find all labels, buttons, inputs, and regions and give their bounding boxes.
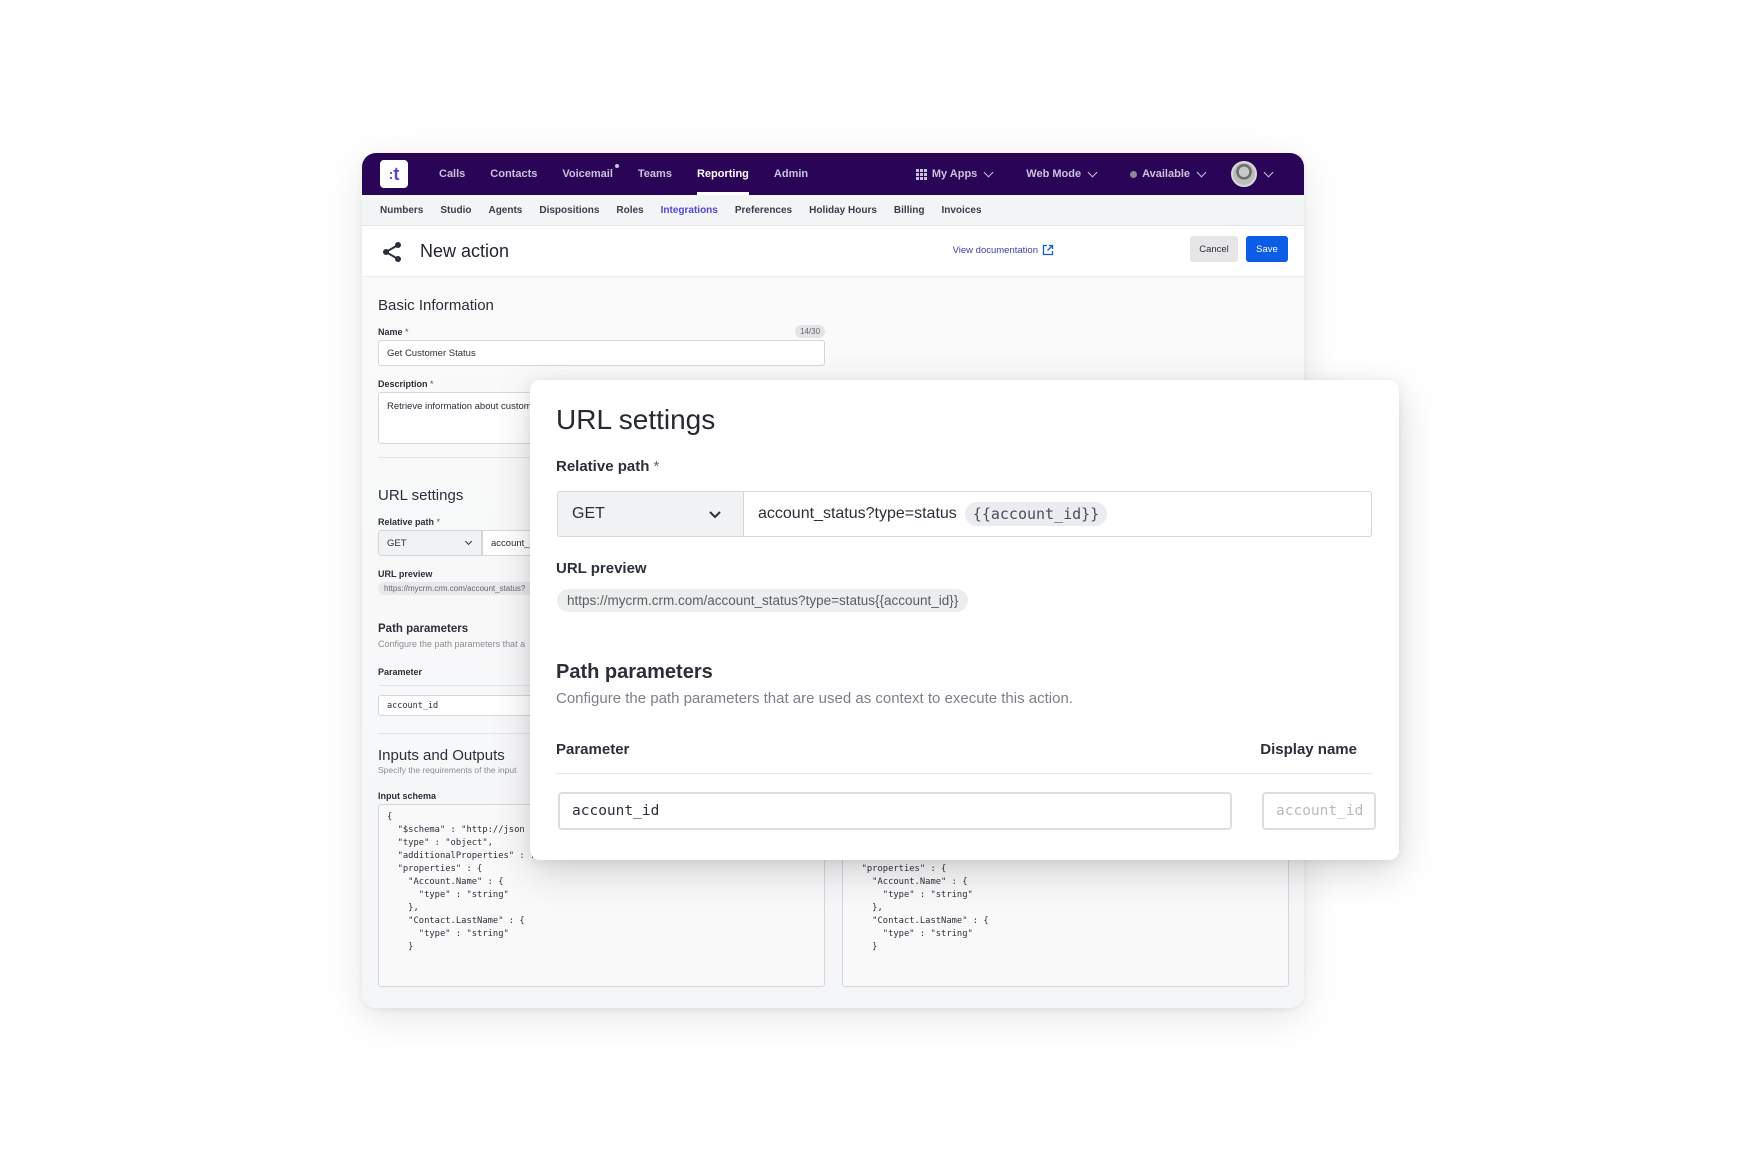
- url-preview-label: URL preview: [556, 560, 647, 577]
- status-menu[interactable]: Available: [1130, 167, 1207, 180]
- notification-dot-icon: [614, 164, 619, 168]
- chevron-down-icon: [709, 511, 721, 519]
- page-title: New action: [420, 241, 510, 261]
- inputs-outputs-heading: Inputs and Outputs: [378, 747, 505, 764]
- chevron-down-icon: [983, 167, 994, 177]
- basic-info-heading: Basic Information: [378, 297, 494, 314]
- logo[interactable]: :t: [380, 160, 408, 188]
- chevron-down-icon: [1263, 167, 1274, 177]
- nav-item-reporting[interactable]: Reporting: [696, 153, 749, 195]
- name-input[interactable]: Get Customer Status: [378, 340, 825, 366]
- table-divider: [556, 773, 1372, 774]
- nav-item-admin[interactable]: Admin: [774, 153, 808, 195]
- path-token-chip[interactable]: {{account_id}}: [964, 502, 1108, 526]
- subnav-item-integrations[interactable]: Integrations: [661, 205, 718, 216]
- parameter-column-label: Parameter: [378, 667, 423, 677]
- modal-title: URL settings: [556, 404, 716, 435]
- subnav-item-studio[interactable]: Studio: [440, 205, 471, 216]
- relative-path-label: Relative path *: [556, 458, 660, 475]
- web-mode-menu[interactable]: Web Mode: [1026, 167, 1098, 180]
- url-settings-modal: URL settings Relative path * GET account…: [530, 380, 1399, 860]
- display-name-input[interactable]: account_id: [1262, 792, 1376, 830]
- url-preview-label: URL preview: [378, 569, 433, 579]
- chevron-down-icon: [464, 537, 473, 546]
- display-name-column-header: Display name: [1260, 741, 1357, 758]
- description-label: Description *: [378, 379, 434, 389]
- subnav-item-billing[interactable]: Billing: [894, 205, 925, 216]
- nav-item-voicemail[interactable]: Voicemail: [562, 153, 619, 195]
- input-schema-label: Input schema: [378, 791, 437, 801]
- avatar: [1231, 161, 1257, 187]
- view-documentation-link[interactable]: View documentation: [953, 244, 1054, 256]
- subnav-item-agents[interactable]: Agents: [488, 205, 522, 216]
- parameter-input[interactable]: account_id: [558, 792, 1232, 830]
- name-label: Name *: [378, 327, 409, 337]
- path-params-subtitle: Configure the path parameters that a: [378, 639, 526, 649]
- parameter-column-header: Parameter: [556, 741, 630, 758]
- table-divider: [378, 685, 538, 686]
- sub-nav: Numbers Studio Agents Dispositions Roles Inte…: [362, 195, 1304, 226]
- path-params-heading: Path parameters: [556, 661, 713, 683]
- url-settings-heading: URL settings: [378, 487, 464, 504]
- page-header: New action View documentation Cancel Sav…: [362, 226, 1304, 277]
- inputs-outputs-subtitle: Specify the requirements of the input: [378, 765, 517, 775]
- share-icon: [383, 242, 401, 262]
- url-preview-value: https://mycrm.crm.com/account_status?: [378, 582, 538, 595]
- user-menu[interactable]: [1231, 161, 1274, 187]
- nav-item-calls[interactable]: Calls: [439, 153, 465, 195]
- status-dot-icon: [1130, 170, 1138, 178]
- subnav-item-invoices[interactable]: Invoices: [941, 205, 981, 216]
- chevron-down-icon: [1087, 167, 1098, 177]
- subnav-item-dispositions[interactable]: Dispositions: [539, 205, 599, 216]
- logo-dots-icon: :: [388, 166, 394, 182]
- subnav-item-holiday-hours[interactable]: Holiday Hours: [809, 205, 877, 216]
- external-link-icon: [1042, 244, 1054, 256]
- subnav-item-preferences[interactable]: Preferences: [735, 205, 792, 216]
- nav-item-contacts[interactable]: Contacts: [490, 153, 537, 195]
- subnav-item-numbers[interactable]: Numbers: [380, 205, 423, 216]
- path-params-subtitle: Configure the path parameters that are u…: [556, 690, 1073, 707]
- my-apps-menu[interactable]: My Apps: [915, 167, 994, 180]
- method-select[interactable]: GET: [378, 530, 482, 556]
- name-char-counter: 14/30: [795, 325, 826, 338]
- parameter-input[interactable]: account_id: [378, 695, 538, 716]
- relative-path-label: Relative path *: [378, 517, 441, 527]
- top-nav: :t Calls Contacts Voicemail Teams Reporting A…: [362, 153, 1304, 195]
- nav-items: Calls Contacts Voicemail Teams Reporting Admi…: [439, 153, 833, 195]
- relative-path-input[interactable]: account_status?type=status {{account_id}…: [743, 491, 1372, 537]
- chevron-down-icon: [1196, 167, 1207, 177]
- save-button[interactable]: Save: [1246, 236, 1288, 262]
- nav-right: My Apps Web Mode Available: [882, 153, 1274, 195]
- nav-item-teams[interactable]: Teams: [638, 153, 672, 195]
- method-select[interactable]: GET: [557, 491, 743, 537]
- cancel-button[interactable]: Cancel: [1190, 236, 1238, 262]
- url-preview-value: https://mycrm.crm.com/account_status?typ…: [557, 589, 969, 612]
- path-params-heading: Path parameters: [378, 623, 469, 635]
- grid-icon: [915, 168, 927, 180]
- subnav-item-roles[interactable]: Roles: [616, 205, 643, 216]
